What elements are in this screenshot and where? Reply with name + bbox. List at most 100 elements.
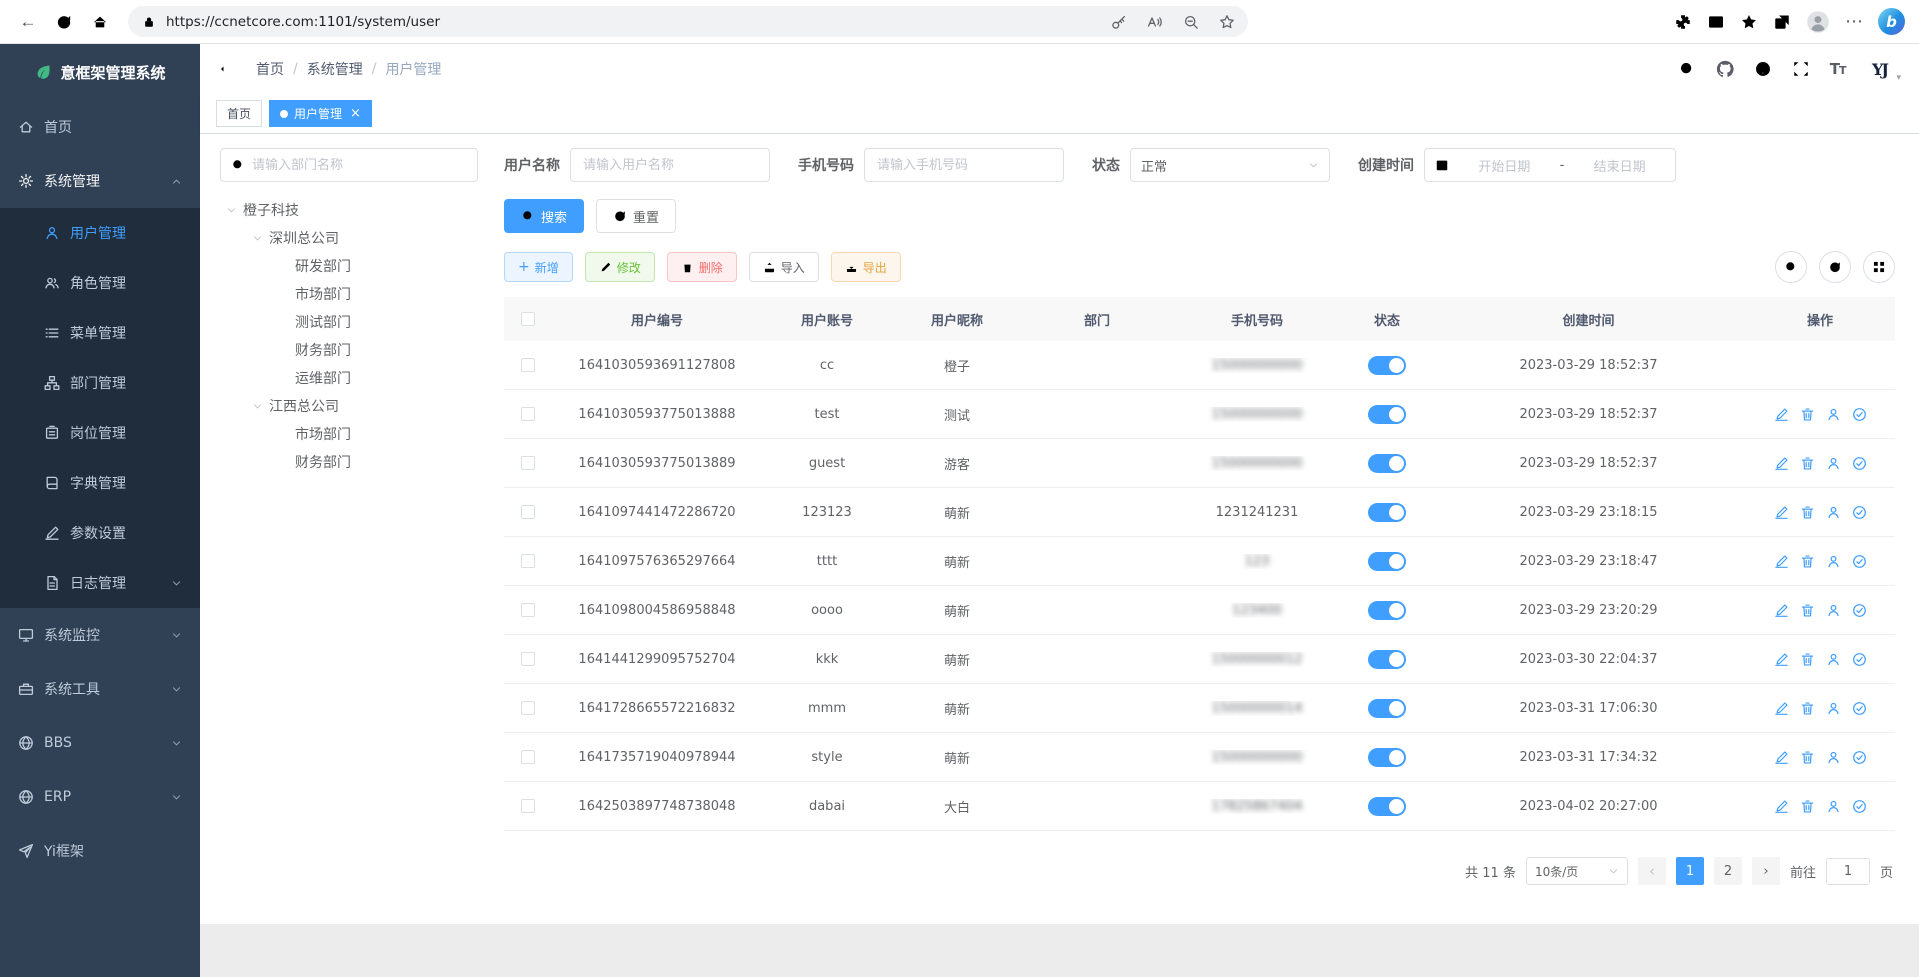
assign-role-icon[interactable] (1852, 407, 1867, 422)
reset-password-icon[interactable] (1826, 554, 1841, 569)
date-range-picker[interactable]: 开始日期 - 结束日期 (1424, 148, 1676, 182)
extensions-puzzle-icon[interactable] (1674, 13, 1692, 31)
assign-role-icon[interactable] (1852, 652, 1867, 667)
tree-node[interactable]: 橙子科技 (220, 196, 478, 224)
address-bar[interactable]: https://ccnetcore.com:1101/system/user (128, 6, 1248, 37)
sidebar-item-system-mgmt[interactable]: 系统管理 (0, 154, 200, 208)
tab-user-mgmt[interactable]: 用户管理 × (269, 100, 372, 127)
tree-node[interactable]: 财务部门 (220, 448, 478, 476)
zoom-icon[interactable] (1178, 9, 1204, 35)
sidebar-item-menu-mgmt[interactable]: 菜单管理 (0, 308, 200, 358)
status-toggle[interactable] (1368, 699, 1406, 718)
password-key-icon[interactable] (1106, 9, 1132, 35)
sidebar-item-erp[interactable]: ERP (0, 770, 200, 824)
collections-icon[interactable] (1773, 13, 1791, 31)
help-question-icon[interactable] (1754, 60, 1772, 78)
assign-role-icon[interactable] (1852, 505, 1867, 520)
username-input[interactable] (570, 148, 770, 182)
sidebar-item-system-tools[interactable]: 系统工具 (0, 662, 200, 716)
reset-password-icon[interactable] (1826, 701, 1841, 716)
page-button-1[interactable]: 1 (1676, 857, 1704, 885)
status-toggle[interactable] (1368, 503, 1406, 522)
assign-role-icon[interactable] (1852, 750, 1867, 765)
reset-password-icon[interactable] (1826, 652, 1841, 667)
sidebar-item-dept-mgmt[interactable]: 部门管理 (0, 358, 200, 408)
edit-row-icon[interactable] (1774, 603, 1789, 618)
edit-row-icon[interactable] (1774, 407, 1789, 422)
bing-copilot-icon[interactable]: b (1878, 8, 1905, 35)
browser-refresh-button[interactable] (48, 6, 80, 38)
breadcrumb-system-mgmt[interactable]: 系统管理 (307, 59, 363, 79)
row-checkbox[interactable] (521, 505, 535, 519)
edit-row-icon[interactable] (1774, 554, 1789, 569)
sidebar-item-param-settings[interactable]: 参数设置 (0, 508, 200, 558)
browser-back-button[interactable]: ← (12, 6, 44, 38)
collapse-sidebar-icon[interactable] (218, 59, 238, 79)
status-toggle[interactable] (1368, 650, 1406, 669)
fullscreen-icon[interactable] (1792, 60, 1810, 78)
add-favorite-star-icon[interactable] (1214, 9, 1240, 35)
reset-password-icon[interactable] (1826, 603, 1841, 618)
favorites-star-icon[interactable] (1740, 13, 1758, 31)
page-button-2[interactable]: 2 (1714, 857, 1742, 885)
search-button[interactable]: 搜索 (504, 199, 584, 233)
delete-row-icon[interactable] (1800, 652, 1815, 667)
reset-password-icon[interactable] (1826, 456, 1841, 471)
department-search-input[interactable] (252, 158, 467, 173)
search-icon[interactable] (1678, 60, 1696, 78)
assign-role-icon[interactable] (1852, 799, 1867, 814)
delete-row-icon[interactable] (1800, 407, 1815, 422)
prev-page-button[interactable]: ‹ (1638, 857, 1666, 885)
assign-role-icon[interactable] (1852, 554, 1867, 569)
row-checkbox[interactable] (521, 799, 535, 813)
reset-button[interactable]: 重置 (596, 199, 676, 233)
reset-password-icon[interactable] (1826, 750, 1841, 765)
export-button[interactable]: 导出 (831, 252, 901, 282)
delete-row-icon[interactable] (1800, 603, 1815, 618)
tree-node[interactable]: 运维部门 (220, 364, 478, 392)
sidebar-item-home[interactable]: 首页 (0, 100, 200, 154)
edit-row-icon[interactable] (1774, 799, 1789, 814)
tree-node[interactable]: 测试部门 (220, 308, 478, 336)
sidebar-item-bbs[interactable]: BBS (0, 716, 200, 770)
tab-home[interactable]: 首页 (216, 100, 262, 127)
row-checkbox[interactable] (521, 603, 535, 617)
row-checkbox[interactable] (521, 554, 535, 568)
status-toggle[interactable] (1368, 356, 1406, 375)
page-size-select[interactable]: 10条/页 (1526, 857, 1628, 885)
tree-node[interactable]: 财务部门 (220, 336, 478, 364)
row-checkbox[interactable] (521, 750, 535, 764)
delete-row-icon[interactable] (1800, 505, 1815, 520)
next-page-button[interactable]: › (1752, 857, 1780, 885)
browser-menu-dots-icon[interactable]: ⋯ (1845, 13, 1863, 31)
reset-password-icon[interactable] (1826, 407, 1841, 422)
status-toggle[interactable] (1368, 405, 1406, 424)
status-select[interactable]: 正常 (1130, 148, 1330, 182)
reset-password-icon[interactable] (1826, 505, 1841, 520)
sidebar-item-user-mgmt[interactable]: 用户管理 (0, 208, 200, 258)
status-toggle[interactable] (1368, 552, 1406, 571)
goto-page-input[interactable] (1826, 858, 1870, 885)
row-checkbox[interactable] (521, 456, 535, 470)
breadcrumb-home[interactable]: 首页 (256, 59, 284, 79)
refresh-table-icon[interactable] (1819, 251, 1851, 283)
edit-row-icon[interactable] (1774, 701, 1789, 716)
column-settings-grid-icon[interactable] (1863, 251, 1895, 283)
phone-input[interactable] (864, 148, 1064, 182)
select-all-checkbox[interactable] (521, 312, 535, 326)
assign-role-icon[interactable] (1852, 456, 1867, 471)
tree-node[interactable]: 研发部门 (220, 252, 478, 280)
github-icon[interactable] (1716, 60, 1734, 78)
font-size-icon[interactable]: TT (1830, 60, 1846, 78)
read-aloud-icon[interactable] (1142, 9, 1168, 35)
import-button[interactable]: 导入 (749, 252, 819, 282)
tree-node[interactable]: 市场部门 (220, 280, 478, 308)
status-toggle[interactable] (1368, 601, 1406, 620)
delete-row-icon[interactable] (1800, 799, 1815, 814)
row-checkbox[interactable] (521, 701, 535, 715)
split-screen-icon[interactable] (1707, 13, 1725, 31)
delete-row-icon[interactable] (1800, 750, 1815, 765)
sidebar-item-role-mgmt[interactable]: 角色管理 (0, 258, 200, 308)
edit-row-icon[interactable] (1774, 505, 1789, 520)
row-checkbox[interactable] (521, 652, 535, 666)
